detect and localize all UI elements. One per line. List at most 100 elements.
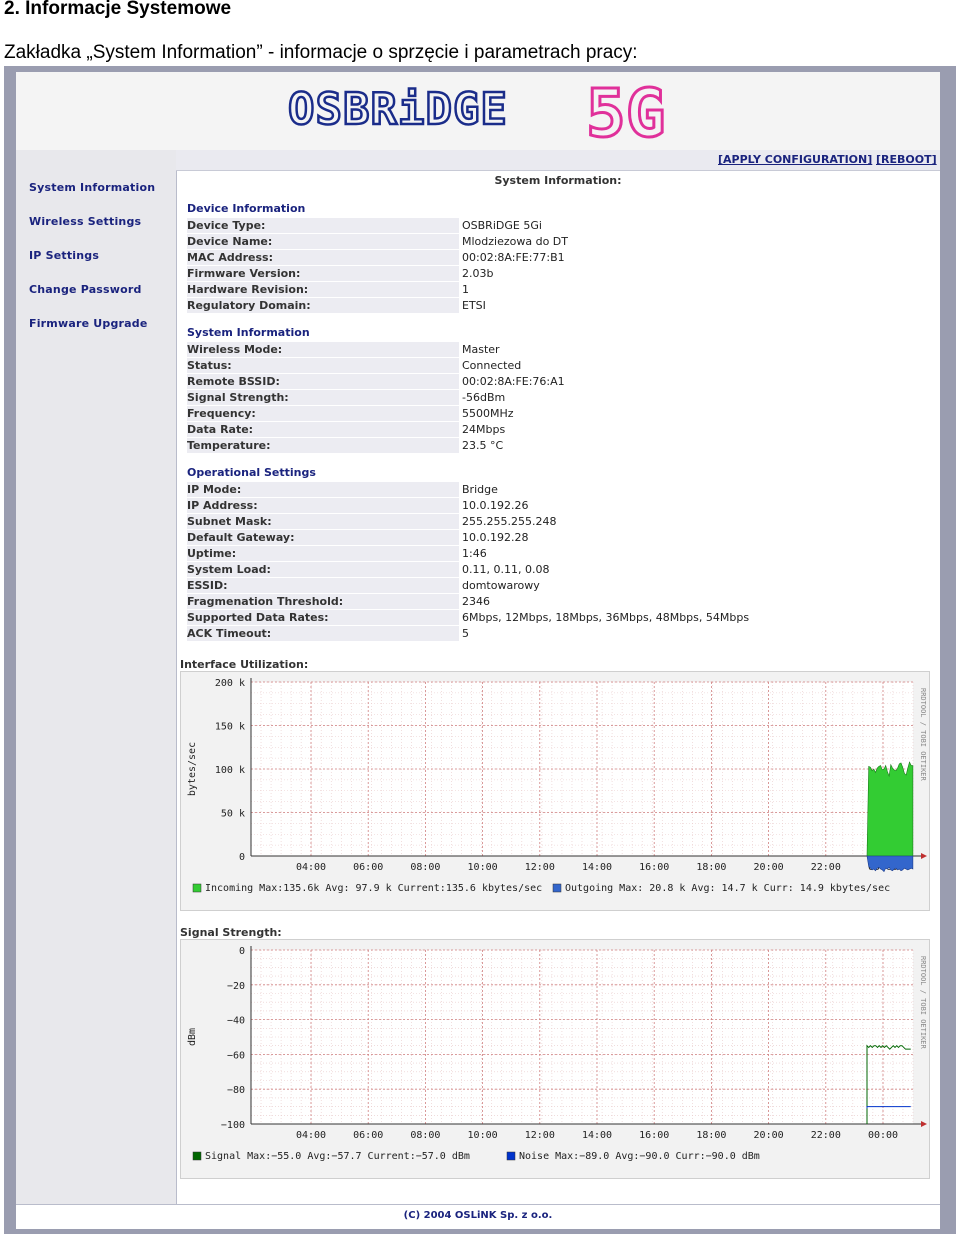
info-row: Firmware Version: 2.03b <box>187 266 747 281</box>
y-tick-label: 50 k <box>221 809 245 820</box>
x-tick-label: 04:00 <box>296 1130 326 1141</box>
info-key: Fragmenation Threshold: <box>187 594 459 609</box>
y-tick-label: −40 <box>227 1016 245 1027</box>
y-axis-label: dBm <box>187 1028 198 1046</box>
info-row: IP Mode: Bridge <box>187 482 747 497</box>
osbridge-logo: OSBRiDGE 5G <box>287 76 667 146</box>
sidebar-item-change-password[interactable]: Change Password <box>29 283 142 296</box>
info-key: ESSID: <box>187 578 459 593</box>
info-value: 255.255.255.248 <box>462 515 557 528</box>
x-tick-label: 16:00 <box>639 1130 669 1141</box>
noise-legend-swatch <box>506 1151 516 1161</box>
signal-legend-text: Signal Max:−55.0 Avg:−57.7 Current:−57.0… <box>205 1151 470 1162</box>
info-key: Hardware Revision: <box>187 282 459 297</box>
info-value: 00:02:8A:FE:77:B1 <box>462 251 565 264</box>
x-tick-label: 00:00 <box>868 1130 898 1141</box>
incoming-legend-text: Incoming Max:135.6k Avg: 97.9 k Current:… <box>205 883 542 894</box>
sidebar-nav: System Information Wireless Settings IP … <box>16 150 177 1204</box>
info-row: Signal Strength: -56dBm <box>187 390 747 405</box>
info-key: Status: <box>187 358 459 373</box>
info-row: System Load: 0.11, 0.11, 0.08 <box>187 562 747 577</box>
info-value: 1 <box>462 283 469 296</box>
reboot-link[interactable]: [REBOOT] <box>876 153 937 166</box>
incoming-legend-swatch <box>192 883 202 893</box>
copyright-text: (C) 2004 OSLiNK Sp. z o.o. <box>403 1210 553 1221</box>
info-key: Temperature: <box>187 438 459 453</box>
info-row: Device Name: Mlodziezowa do DT <box>187 234 747 249</box>
x-tick-label: 22:00 <box>811 862 841 873</box>
y-tick-label: 0 <box>239 946 245 957</box>
info-row: Subnet Mask: 255.255.255.248 <box>187 514 747 529</box>
info-value: 23.5 °C <box>462 439 504 452</box>
x-tick-label: 10:00 <box>468 1130 498 1141</box>
info-key: Regulatory Domain: <box>187 298 459 313</box>
incoming-area <box>866 761 914 857</box>
footer: (C) 2004 OSLiNK Sp. z o.o. <box>16 1204 940 1229</box>
x-tick-label: 12:00 <box>525 1130 555 1141</box>
info-row: Data Rate: 24Mbps <box>187 422 747 437</box>
x-tick-label: 12:00 <box>525 862 555 873</box>
y-tick-label: 100 k <box>215 765 245 776</box>
info-row: Fragmenation Threshold: 2346 <box>187 594 747 609</box>
section-title: Device Information <box>187 202 306 215</box>
sidebar-item-firmware-upgrade[interactable]: Firmware Upgrade <box>29 317 148 330</box>
section-title: Operational Settings <box>187 466 316 479</box>
main-content: System Information: Device Information De… <box>176 170 940 1204</box>
info-row: IP Address: 10.0.192.26 <box>187 498 747 513</box>
x-tick-label: 18:00 <box>696 1130 726 1141</box>
logo-wordmark: OSBRiDGE <box>288 84 508 135</box>
apply-configuration-link[interactable]: [APPLY CONFIGURATION] <box>718 153 872 166</box>
interface-utilization-label: Interface Utilization: <box>180 658 309 671</box>
info-value: Master <box>462 343 500 356</box>
x-tick-label: 06:00 <box>353 1130 383 1141</box>
sidebar-item-ip-settings[interactable]: IP Settings <box>29 249 99 262</box>
rrdtool-credit: RRDTOOL / TOBI OETIKER <box>919 956 927 1050</box>
y-tick-label: −80 <box>227 1085 245 1096</box>
info-key: Wireless Mode: <box>187 342 459 357</box>
x-tick-label: 22:00 <box>811 1130 841 1141</box>
info-row: Temperature: 23.5 °C <box>187 438 747 453</box>
y-tick-label: −20 <box>227 981 245 992</box>
info-key: Frequency: <box>187 406 459 421</box>
info-key: Subnet Mask: <box>187 514 459 529</box>
info-key: Signal Strength: <box>187 390 459 405</box>
info-row: Remote BSSID: 00:02:8A:FE:76:A1 <box>187 374 747 389</box>
info-row: Regulatory Domain: ETSI <box>187 298 747 313</box>
x-tick-label: 08:00 <box>410 862 440 873</box>
sidebar-item-wireless-settings[interactable]: Wireless Settings <box>29 215 141 228</box>
info-row: Device Type: OSBRiDGE 5Gi <box>187 218 747 233</box>
y-axis-label: bytes/sec <box>187 742 198 796</box>
header: OSBRiDGE 5G <box>16 72 940 151</box>
signal-strength-label: Signal Strength: <box>180 926 282 939</box>
outgoing-legend-swatch <box>552 883 562 893</box>
info-key: System Load: <box>187 562 459 577</box>
action-bar: [APPLY CONFIGURATION] [REBOOT] <box>176 150 940 171</box>
info-value: 10.0.192.26 <box>462 499 529 512</box>
info-key: ACK Timeout: <box>187 626 459 641</box>
x-tick-label: 08:00 <box>410 1130 440 1141</box>
info-row: Frequency: 5500MHz <box>187 406 747 421</box>
rrdtool-credit: RRDTOOL / TOBI OETIKER <box>919 688 927 782</box>
sidebar-item-system-information[interactable]: System Information <box>29 181 155 194</box>
y-tick-label: 200 k <box>215 678 245 689</box>
info-key: Device Name: <box>187 234 459 249</box>
axis-arrow <box>921 853 927 859</box>
info-row: Wireless Mode: Master <box>187 342 747 357</box>
signal-legend-swatch <box>192 1151 202 1161</box>
x-tick-label: 10:00 <box>468 862 498 873</box>
signal-strength-chart: 0 −20 −40 −60 −80 −100 04:00 06:00 08:00 10:00 12:… <box>187 946 927 1162</box>
x-tick-label: 14:00 <box>582 862 612 873</box>
info-value: -56dBm <box>462 391 506 404</box>
info-row: Hardware Revision: 1 <box>187 282 747 297</box>
interface-utilization-graph: 200 k 150 k 100 k 50 k 0 04:00 06:00 08:00 10:00… <box>180 671 930 911</box>
info-value: 5 <box>462 627 469 640</box>
signal-strength-graph: 0 −20 −40 −60 −80 −100 04:00 06:00 08:00 10:00 12:… <box>180 939 930 1179</box>
document-heading: 2. Informacje Systemowe <box>4 0 232 19</box>
info-key: Device Type: <box>187 218 459 233</box>
info-key: IP Mode: <box>187 482 459 497</box>
info-value: domtowarowy <box>462 579 540 592</box>
info-row: Default Gateway: 10.0.192.28 <box>187 530 747 545</box>
info-value: 00:02:8A:FE:76:A1 <box>462 375 565 388</box>
info-value: 5500MHz <box>462 407 514 420</box>
x-tick-label: 06:00 <box>353 862 383 873</box>
